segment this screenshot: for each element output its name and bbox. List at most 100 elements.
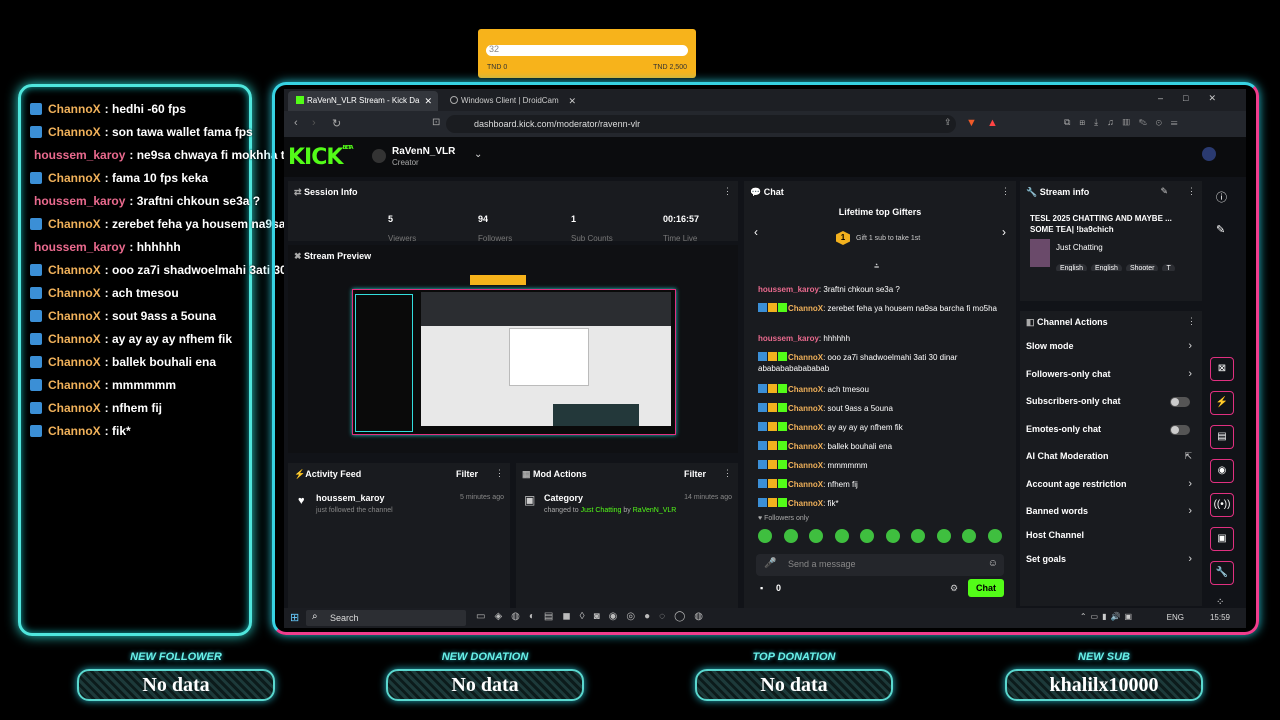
rail-button-6[interactable]: ▣ [1210,527,1234,551]
taskbar-apps-icon[interactable]: ▭◈◍◐▤◼◊◙◉◎●◌◯◍ [476,611,712,622]
chat-username[interactable]: ChannoX [788,480,823,489]
channel-action-label[interactable]: AI Chat Moderation [1026,451,1109,461]
chevron-right-icon[interactable]: › [1188,340,1192,352]
forward-icon[interactable]: › [312,117,316,129]
emote-icon[interactable] [758,529,772,543]
edit-icon[interactable]: ✎ [1160,186,1168,197]
channel-action-label[interactable]: Set goals [1026,554,1066,564]
system-tray-icon[interactable]: ⌃▭▮🔊▣ [1080,612,1136,621]
emote-icon[interactable] [936,529,951,543]
back-icon[interactable]: ‹ [294,117,298,129]
more-icon[interactable]: ⋮ [1187,186,1196,197]
tag-chip[interactable]: Shooter [1125,264,1159,271]
chat-username[interactable]: ChannoX [788,461,823,470]
more-icon[interactable]: ⋮ [495,468,504,479]
close-icon[interactable]: ✕ [424,91,432,111]
channel-action-label[interactable]: Followers-only chat [1026,369,1111,379]
chevron-right-icon[interactable]: › [1002,225,1006,239]
chevron-right-icon[interactable]: › [1188,505,1192,517]
emote-icon[interactable] [962,529,976,543]
chat-username[interactable]: houssem_karoy [758,334,819,343]
emote-icon[interactable] [834,529,849,543]
user-avatar[interactable] [1202,147,1216,161]
tab-droidcam[interactable]: Windows Client | DroidCam ✕ [442,91,582,111]
rail-button-7[interactable]: 🔧 [1210,561,1234,585]
activity-user[interactable]: houssem_karoy [316,493,385,503]
chat-panel: 💬 Chat ⋮ Lifetime top Gifters ‹ › 1 Gift… [744,181,1016,608]
channel-action-label[interactable]: Host Channel [1026,530,1084,540]
emote-icon[interactable] [783,529,798,543]
toggle-switch[interactable] [1170,425,1190,435]
url-field[interactable]: dashboard.kick.com/moderator/ravenn-vlr [446,115,956,133]
chat-text: : nfhem fij [823,480,858,489]
chevron-left-icon[interactable]: ‹ [754,225,758,239]
windows-start-icon[interactable]: ⊞ [290,611,299,624]
external-link-icon[interactable]: ⇱ [1184,451,1192,462]
tag-chip[interactable]: T [1162,264,1175,271]
chevron-down-icon[interactable]: ⌄ [474,149,482,160]
brave-shield-icon[interactable]: ▼ [966,117,977,129]
more-icon[interactable]: ⋮ [723,186,732,197]
channel-action-label[interactable]: Slow mode [1026,341,1074,351]
emote-icon[interactable] [860,529,874,543]
send-chat-button[interactable]: Chat [968,579,1004,597]
bookmark-icon[interactable]: ⊡ [432,117,440,128]
chat-input[interactable]: 🎤 Send a message ☺ [756,554,1004,576]
pencil-icon[interactable]: ✎ [1216,223,1225,236]
reload-icon[interactable]: ↻ [332,117,341,130]
verified-badge-icon [30,378,42,391]
chevron-right-icon[interactable]: › [1188,553,1192,565]
channel-action-label[interactable]: Emotes-only chat [1026,424,1101,434]
taskbar-time[interactable]: 15:59 [1210,613,1230,622]
window-controls[interactable]: –□✕ [1158,93,1236,104]
rail-button-4[interactable]: ◉ [1210,459,1234,483]
chat-username[interactable]: ChannoX [788,442,823,451]
brave-rewards-icon[interactable]: ▲ [987,117,998,129]
points-icon[interactable]: ▪ [760,583,763,593]
channel-action-label[interactable]: Banned words [1026,506,1088,516]
emoji-icon[interactable]: ☺ [988,558,998,569]
tab-kick-dashboard[interactable]: RaVenN_VLR Stream - Kick Da ✕ [288,91,438,111]
rail-button-3[interactable]: ▤ [1210,425,1234,449]
extensions-icon[interactable]: ⧉⊞⤓♫▥✎⊙☰ [1064,117,1187,128]
chat-username[interactable]: ChannoX [788,404,823,413]
emote-icon[interactable] [809,529,823,543]
gear-icon[interactable]: ⚙ [950,583,958,594]
emote-icon[interactable] [987,529,1002,543]
more-icon[interactable]: ⋮ [1187,316,1196,327]
rail-button-1[interactable]: ⊠ [1210,357,1234,381]
share-icon[interactable]: ⇪ [944,117,952,128]
chat-username[interactable]: ChannoX [788,353,823,362]
channel-action-label[interactable]: Account age restriction [1026,479,1127,489]
scatter-icon[interactable]: ⁘ [1216,597,1224,608]
more-icon[interactable]: ⋮ [1001,186,1010,197]
more-icon[interactable]: ⋮ [723,468,732,479]
chevron-right-icon[interactable]: › [1188,368,1192,380]
rail-button-2[interactable]: ⚡ [1210,391,1234,415]
mic-icon[interactable]: 🎤 [764,558,776,569]
taskbar-lang[interactable]: ENG [1167,613,1184,622]
tag-chip[interactable]: English [1056,264,1087,271]
chat-username[interactable]: ChannoX [788,385,823,394]
toggle-switch[interactable] [1170,397,1190,407]
taskbar-search[interactable]: ⌕ Search [306,610,466,626]
tag-chip[interactable]: English [1090,264,1122,271]
channel-action-label[interactable]: Subscribers-only chat [1026,396,1121,406]
chat-username[interactable]: ChannoX [788,304,823,313]
mod-filter-button[interactable]: Filter [684,469,706,479]
chat-username[interactable]: ChannoX [788,423,823,432]
pin-icon[interactable]: ⩮ [874,261,879,272]
emote-icon[interactable] [911,529,925,543]
chat-username[interactable]: ChannoX [788,499,823,508]
stream-category[interactable]: Just Chatting [1056,243,1103,252]
close-icon[interactable]: ✕ [568,91,576,111]
emote-icon[interactable] [885,529,900,543]
chat-username[interactable]: houssem_karoy [758,285,819,294]
activity-filter-button[interactable]: Filter [456,469,478,479]
info-icon[interactable]: ⓘ [1216,189,1227,205]
stream-preview-video[interactable] [352,289,676,435]
chevron-right-icon[interactable]: › [1188,478,1192,490]
rail-button-5[interactable]: ((•)) [1210,493,1234,517]
kick-logo[interactable]: KICKBETA [288,145,354,170]
avatar[interactable] [372,149,386,163]
